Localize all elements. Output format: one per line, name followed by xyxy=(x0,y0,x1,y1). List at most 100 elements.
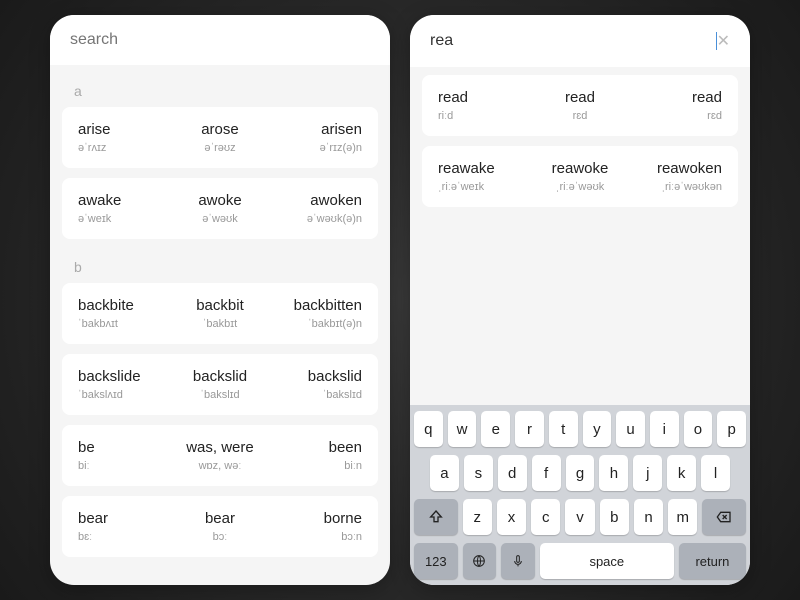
base-form: bear xyxy=(78,510,167,527)
key-d[interactable]: d xyxy=(498,455,527,491)
key-s[interactable]: s xyxy=(464,455,493,491)
base-ipa: biː xyxy=(78,460,167,472)
key-h[interactable]: h xyxy=(599,455,628,491)
past-ipa: wɒz, wəː xyxy=(175,460,264,472)
participle-ipa: bɔːn xyxy=(273,531,362,543)
key-x[interactable]: x xyxy=(497,499,526,535)
key-n[interactable]: n xyxy=(634,499,663,535)
search-bar xyxy=(50,15,390,65)
past-ipa: ˈbakslɪd xyxy=(175,389,264,401)
participle-form: backslid xyxy=(273,368,362,385)
participle-ipa: rɛd xyxy=(633,110,722,122)
past-ipa: əˈrəʊz xyxy=(175,142,264,154)
base-ipa: bɛː xyxy=(78,531,167,543)
section-letter: b xyxy=(62,249,378,283)
key-p[interactable]: p xyxy=(717,411,746,447)
verb-card[interactable]: be biː was, were wɒz, wəː been biːn xyxy=(62,425,378,486)
space-key[interactable]: space xyxy=(540,543,674,579)
verb-card[interactable]: reawakeˌriːəˈweɪk reawokeˌriːəˈwəʊk reaw… xyxy=(422,146,738,207)
base-form: read xyxy=(438,89,527,106)
participle-ipa: əˈrɪz(ə)n xyxy=(273,142,362,154)
base-ipa: ˈbakbʌɪt xyxy=(78,318,167,330)
globe-key[interactable] xyxy=(463,543,497,579)
search-input[interactable]: rea xyxy=(430,32,715,50)
past-form: reawoke xyxy=(535,160,624,177)
key-i[interactable]: i xyxy=(650,411,679,447)
right-phone: rea ✕ readriːd readrɛd readrɛd reawakeˌr… xyxy=(410,15,750,585)
participle-form: reawoken xyxy=(633,160,722,177)
past-form: arose xyxy=(175,121,264,138)
key-l[interactable]: l xyxy=(701,455,730,491)
past-ipa: ˌriːəˈwəʊk xyxy=(535,181,624,193)
key-o[interactable]: o xyxy=(684,411,713,447)
past-ipa: əˈwəʊk xyxy=(175,213,264,225)
base-ipa: ˈbakslʌɪd xyxy=(78,389,167,401)
key-y[interactable]: y xyxy=(583,411,612,447)
section-letter: a xyxy=(62,73,378,107)
key-t[interactable]: t xyxy=(549,411,578,447)
participle-form: read xyxy=(633,89,722,106)
clear-icon[interactable]: ✕ xyxy=(717,31,730,51)
key-r[interactable]: r xyxy=(515,411,544,447)
key-e[interactable]: e xyxy=(481,411,510,447)
key-q[interactable]: q xyxy=(414,411,443,447)
base-form: backslide xyxy=(78,368,167,385)
base-form: be xyxy=(78,439,167,456)
key-m[interactable]: m xyxy=(668,499,697,535)
key-v[interactable]: v xyxy=(565,499,594,535)
past-form: awoke xyxy=(175,192,264,209)
key-b[interactable]: b xyxy=(600,499,629,535)
shift-key[interactable] xyxy=(414,499,458,535)
participle-form: borne xyxy=(273,510,362,527)
past-form: bear xyxy=(175,510,264,527)
key-w[interactable]: w xyxy=(448,411,477,447)
key-g[interactable]: g xyxy=(566,455,595,491)
keyboard: qwertyuiop asdfghjkl zxcvbnm 123 space r… xyxy=(410,405,750,585)
past-ipa: ˈbakbɪt xyxy=(175,318,264,330)
verb-card[interactable]: arise əˈrʌɪz arose əˈrəʊz arisen əˈrɪz(ə)n xyxy=(62,107,378,168)
participle-form: backbitten xyxy=(273,297,362,314)
key-c[interactable]: c xyxy=(531,499,560,535)
return-key[interactable]: return xyxy=(679,543,746,579)
verb-card[interactable]: backslide ˈbakslʌɪd backslid ˈbakslɪd back… xyxy=(62,354,378,415)
past-ipa: bɔː xyxy=(175,531,264,543)
participle-form: awoken xyxy=(273,192,362,209)
participle-ipa: əˈwəʊk(ə)n xyxy=(273,213,362,225)
verb-card[interactable]: awake əˈweɪk awoke əˈwəʊk awoken əˈwəʊk(ə)n xyxy=(62,178,378,239)
key-k[interactable]: k xyxy=(667,455,696,491)
base-ipa: ˌriːəˈweɪk xyxy=(438,181,527,193)
participle-ipa: ˈbakslɪd xyxy=(273,389,362,401)
key-f[interactable]: f xyxy=(532,455,561,491)
participle-ipa: ˌriːəˈwəʊkən xyxy=(633,181,722,193)
verb-list[interactable]: a arise əˈrʌɪz arose əˈrəʊz arisen əˈrɪz(ə)… xyxy=(50,65,390,585)
base-form: backbite xyxy=(78,297,167,314)
verb-card[interactable]: backbite ˈbakbʌɪt backbit ˈbakbɪt backbitt… xyxy=(62,283,378,344)
participle-form: been xyxy=(273,439,362,456)
past-ipa: rɛd xyxy=(535,110,624,122)
past-form: backslid xyxy=(175,368,264,385)
key-j[interactable]: j xyxy=(633,455,662,491)
search-bar: rea ✕ xyxy=(410,15,750,67)
base-ipa: əˈweɪk xyxy=(78,213,167,225)
participle-form: arisen xyxy=(273,121,362,138)
mic-key[interactable] xyxy=(501,543,535,579)
backspace-key[interactable] xyxy=(702,499,746,535)
key-u[interactable]: u xyxy=(616,411,645,447)
key-a[interactable]: a xyxy=(430,455,459,491)
base-ipa: əˈrʌɪz xyxy=(78,142,167,154)
participle-ipa: ˈbakbɪt(ə)n xyxy=(273,318,362,330)
verb-card[interactable]: readriːd readrɛd readrɛd xyxy=(422,75,738,136)
left-phone: a arise əˈrʌɪz arose əˈrəʊz arisen əˈrɪz(ə)… xyxy=(50,15,390,585)
base-ipa: riːd xyxy=(438,110,527,122)
past-form: backbit xyxy=(175,297,264,314)
base-form: awake xyxy=(78,192,167,209)
numbers-key[interactable]: 123 xyxy=(414,543,458,579)
base-form: arise xyxy=(78,121,167,138)
past-form: was, were xyxy=(175,439,264,456)
key-z[interactable]: z xyxy=(463,499,492,535)
search-input[interactable] xyxy=(70,31,370,49)
participle-ipa: biːn xyxy=(273,460,362,472)
verb-card[interactable]: bearbɛː bearbɔː bornebɔːn xyxy=(62,496,378,557)
search-results[interactable]: readriːd readrɛd readrɛd reawakeˌriːəˈwe… xyxy=(410,67,750,405)
past-form: read xyxy=(535,89,624,106)
